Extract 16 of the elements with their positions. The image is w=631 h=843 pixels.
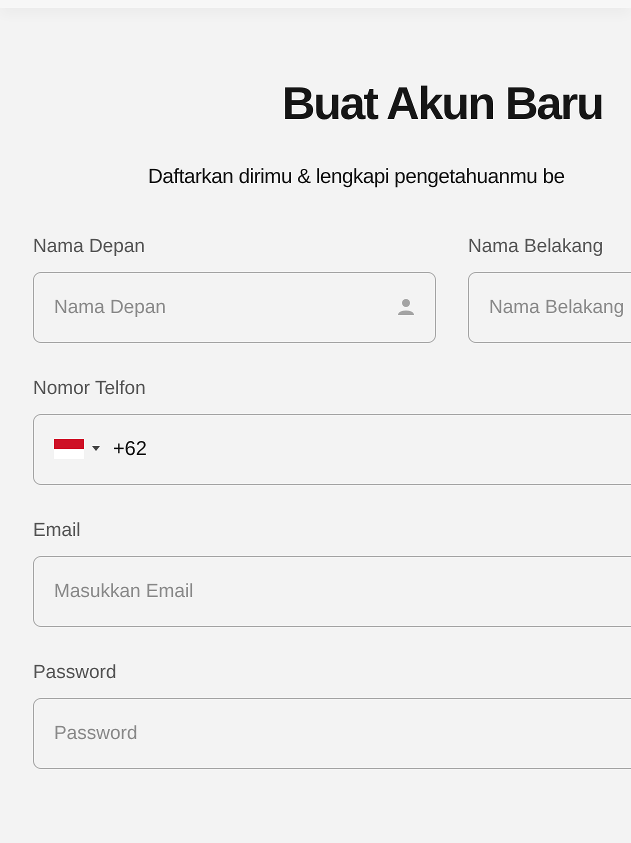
person-icon: [396, 297, 416, 317]
input-field[interactable]: Password: [33, 698, 631, 769]
field-label: Email: [33, 520, 82, 542]
caret-icon: [92, 446, 100, 452]
field-label: Nama Depan: [33, 236, 146, 258]
input-field[interactable]: Masukkan Email: [33, 556, 631, 627]
page-subtitle: Daftarkan dirimu & lengkapi pengetahuanmu be: [148, 164, 566, 190]
field-label: Nomor Telfon: [33, 378, 147, 400]
input-field[interactable]: Nama Belakang: [468, 272, 631, 343]
phone-field[interactable]: +62: [33, 414, 631, 485]
field-label: Password: [33, 662, 118, 684]
input-field[interactable]: Nama Depan: [33, 272, 436, 343]
page-title: Buat Akun Baru: [282, 76, 604, 130]
flag-icon: [54, 439, 84, 459]
country-select[interactable]: [54, 439, 100, 459]
field-label: Nama Belakang: [468, 236, 604, 258]
